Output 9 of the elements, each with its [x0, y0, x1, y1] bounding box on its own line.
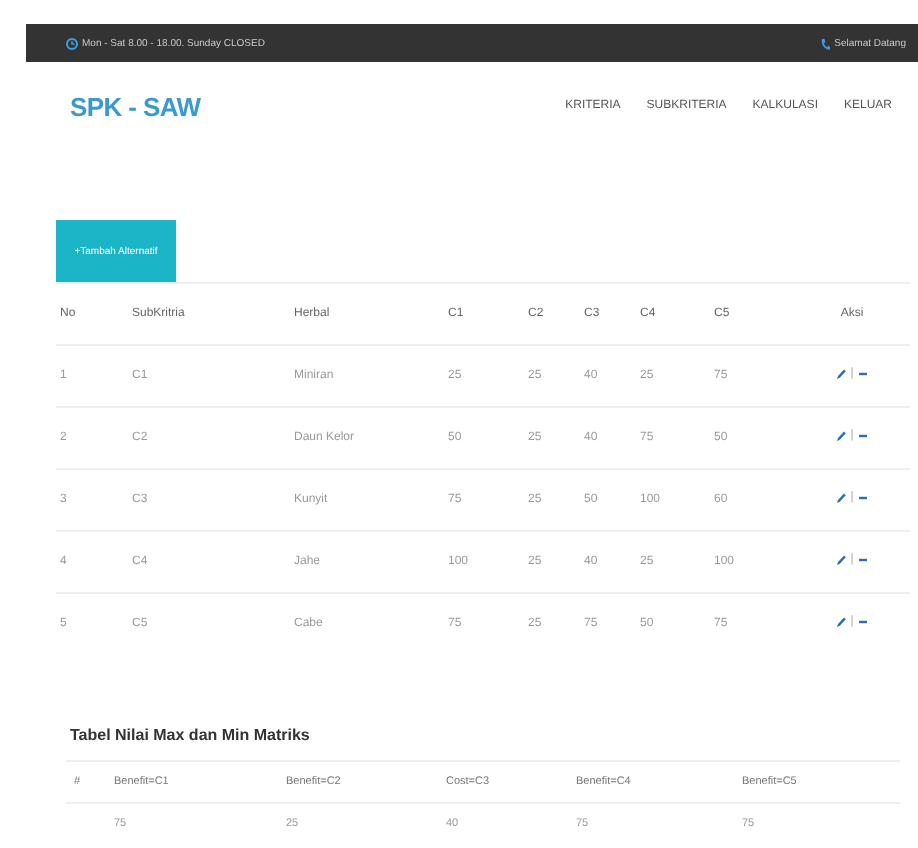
pencil-icon[interactable] [836, 492, 847, 504]
clock-icon [66, 37, 78, 49]
phone-icon [820, 37, 831, 49]
pencil-icon[interactable] [836, 368, 847, 380]
section-title: Tabel Nilai Max dan Min Matriks [70, 726, 312, 744]
site-logo: SPK - SAW [70, 91, 201, 121]
pencil-icon[interactable] [836, 616, 847, 628]
pencil-icon[interactable] [836, 430, 847, 442]
pencil-icon[interactable] [836, 554, 847, 566]
